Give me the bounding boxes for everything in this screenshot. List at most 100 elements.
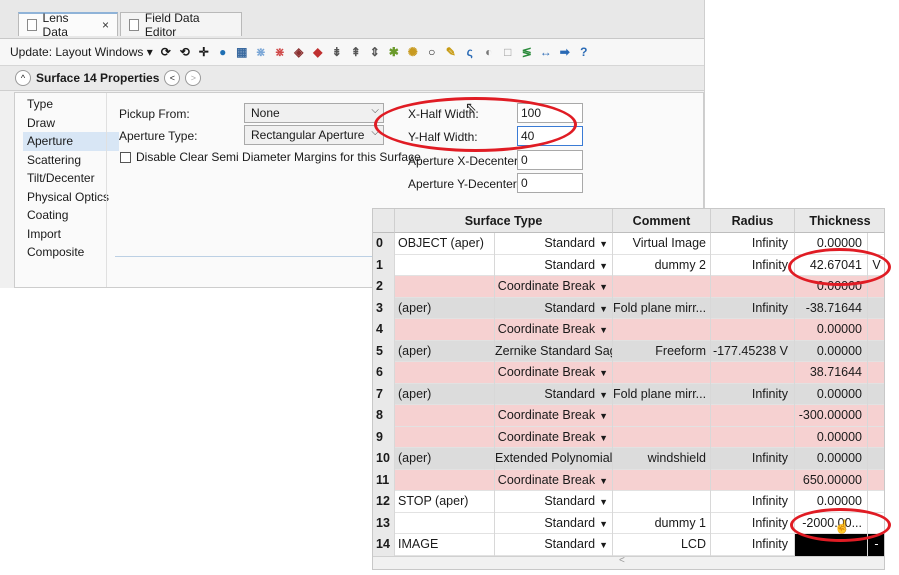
nav-item-draw[interactable]: Draw <box>23 114 119 133</box>
lens-icon[interactable]: ◈ <box>292 45 306 59</box>
radius-cell[interactable] <box>711 362 795 384</box>
solve-cell[interactable] <box>868 384 884 406</box>
surface-name[interactable]: IMAGE <box>395 534 495 556</box>
globe-icon[interactable]: ● <box>216 45 230 59</box>
table-row[interactable]: 14 IMAGE Standard ▼ LCD Infinity - <box>373 534 884 556</box>
solve-cell[interactable] <box>868 513 884 535</box>
radius-cell[interactable] <box>711 469 795 491</box>
surface-name[interactable]: STOP (aper) <box>395 491 495 513</box>
radius-cell[interactable]: Infinity <box>711 233 795 255</box>
next-surface-button[interactable]: > <box>185 70 202 86</box>
comment-cell[interactable]: Fold plane mirr... <box>613 383 711 405</box>
surface-name[interactable]: (aper) <box>395 340 495 362</box>
radius-cell[interactable]: Infinity <box>711 297 795 319</box>
dropdown-arrow-icon[interactable]: ▼ <box>599 261 608 271</box>
nav-item-physical-optics[interactable]: Physical Optics <box>23 188 119 207</box>
comment-cell[interactable]: dummy 1 <box>613 512 711 534</box>
dropdown-arrow-icon[interactable]: ▼ <box>599 325 608 335</box>
tool-icon[interactable]: ✺ <box>406 45 420 59</box>
table-row[interactable]: 4 Coordinate Break ▼ 0.00000 <box>373 319 884 341</box>
solve-cell[interactable] <box>868 491 884 513</box>
solve-cell[interactable] <box>868 319 884 341</box>
thickness-header[interactable]: Thickness <box>795 209 884 233</box>
comment-cell[interactable]: windshield <box>613 448 711 470</box>
radius-cell[interactable]: Infinity <box>711 491 795 513</box>
arrow-right-icon[interactable]: ➡ <box>558 45 572 59</box>
tool-icon[interactable]: ς <box>463 45 477 59</box>
surface-name[interactable] <box>395 405 495 427</box>
y-half-width-input[interactable]: 40 <box>517 126 583 146</box>
surface-name[interactable] <box>395 362 495 384</box>
comment-cell[interactable]: Freeform <box>613 340 711 362</box>
comment-cell[interactable] <box>613 276 711 298</box>
table-row[interactable]: 3 (aper) Standard ▼ Fold plane mirr... Infini… <box>373 297 884 320</box>
surface-name[interactable] <box>395 319 495 341</box>
thickness-cell[interactable]: 0.00000 <box>795 276 868 298</box>
table-row[interactable]: 6 Coordinate Break ▼ 38.71644 <box>373 362 884 384</box>
help-icon[interactable]: ? <box>577 45 591 59</box>
solve-cell[interactable] <box>868 298 884 320</box>
table-row[interactable]: 10 (aper) Extended Polynomial▼ windshield In… <box>373 448 884 470</box>
comment-cell[interactable] <box>613 491 711 513</box>
dropdown-arrow-icon[interactable]: ▼ <box>599 433 608 443</box>
toggle-icon[interactable]: ◐ <box>482 45 496 59</box>
radius-cell[interactable]: Infinity <box>711 448 795 470</box>
nav-item-import[interactable]: Import <box>23 225 119 244</box>
thickness-cell[interactable]: 0.00000 <box>795 448 868 470</box>
tool-icon[interactable]: ≶ <box>520 45 534 59</box>
collapse-button[interactable]: ^ <box>15 70 31 86</box>
comment-cell[interactable]: LCD <box>613 534 711 556</box>
surface-name[interactable]: (aper) <box>395 448 495 470</box>
solve-cell[interactable]: V <box>868 255 884 277</box>
solve-cell[interactable] <box>868 233 884 255</box>
ray-trace-icon[interactable]: ⋇ <box>273 45 287 59</box>
surface-type[interactable]: Coordinate Break ▼ <box>495 405 613 427</box>
thickness-cell[interactable]: 0.00000 <box>795 319 868 341</box>
thickness-cell[interactable]: -38.71644 <box>795 297 868 319</box>
x-half-width-input[interactable]: 100 <box>517 103 583 123</box>
surface-type[interactable]: Extended Polynomial▼ <box>495 448 613 470</box>
solve-cell[interactable] <box>868 362 884 384</box>
circle-icon[interactable]: ○ <box>425 45 439 59</box>
radius-cell[interactable] <box>711 276 795 298</box>
comment-cell[interactable] <box>613 469 711 491</box>
surface-name[interactable] <box>395 426 495 448</box>
prev-surface-button[interactable]: < <box>164 70 181 86</box>
dropdown-arrow-icon[interactable]: ▼ <box>599 282 608 292</box>
comment-cell[interactable]: Fold plane mirr... <box>613 297 711 319</box>
horizontal-scrollbar[interactable]: < <box>373 555 884 569</box>
comment-cell[interactable] <box>613 319 711 341</box>
surface-name[interactable] <box>395 512 495 534</box>
tool-icon[interactable]: ⇟ <box>330 45 344 59</box>
radius-cell[interactable]: Infinity <box>711 254 795 276</box>
surface-type[interactable]: Coordinate Break ▼ <box>495 319 613 341</box>
aperture-type-select[interactable]: Rectangular Aperture ⌵ <box>244 125 384 145</box>
nav-item-coating[interactable]: Coating <box>23 206 119 225</box>
scroll-left-icon[interactable]: < <box>619 555 625 566</box>
thickness-cell[interactable]: 0.00000 <box>795 426 868 448</box>
spot-icon[interactable]: ◆ <box>311 45 325 59</box>
ray-fan-icon[interactable]: ⋇ <box>254 45 268 59</box>
table-row[interactable]: 2 Coordinate Break ▼ 0.00000 <box>373 276 884 298</box>
crosshair-icon[interactable]: ✛ <box>197 45 211 59</box>
tab-lens-data[interactable]: Lens Data × <box>18 11 118 39</box>
nav-item-scattering[interactable]: Scattering <box>23 151 119 170</box>
dropdown-arrow-icon[interactable]: ▼ <box>599 304 608 314</box>
thickness-cell[interactable]: 650.00000 <box>795 469 868 491</box>
chart-icon[interactable]: ▦ <box>235 45 249 59</box>
dropdown-arrow-icon[interactable]: ▼ <box>599 540 608 550</box>
surface-type[interactable]: Coordinate Break ▼ <box>495 426 613 448</box>
dropdown-arrow-icon[interactable]: ▼ <box>599 411 608 421</box>
solve-cell[interactable] <box>868 405 884 427</box>
surface-type[interactable]: Zernike Standard Sag▼ <box>495 340 613 362</box>
tool-icon[interactable]: ⇞ <box>349 45 363 59</box>
table-row[interactable]: 8 Coordinate Break ▼ -300.00000 <box>373 405 884 427</box>
radius-cell[interactable]: Infinity <box>711 512 795 534</box>
nav-item-composite[interactable]: Composite <box>23 243 119 262</box>
thickness-cell[interactable]: 0.00000 <box>795 383 868 405</box>
radius-cell[interactable] <box>711 405 795 427</box>
surface-type[interactable]: Standard ▼ <box>495 383 613 405</box>
thickness-cell[interactable]: -2000.00... <box>795 512 868 534</box>
solve-cell[interactable] <box>868 448 884 470</box>
tool-icon[interactable]: ✱ <box>387 45 401 59</box>
